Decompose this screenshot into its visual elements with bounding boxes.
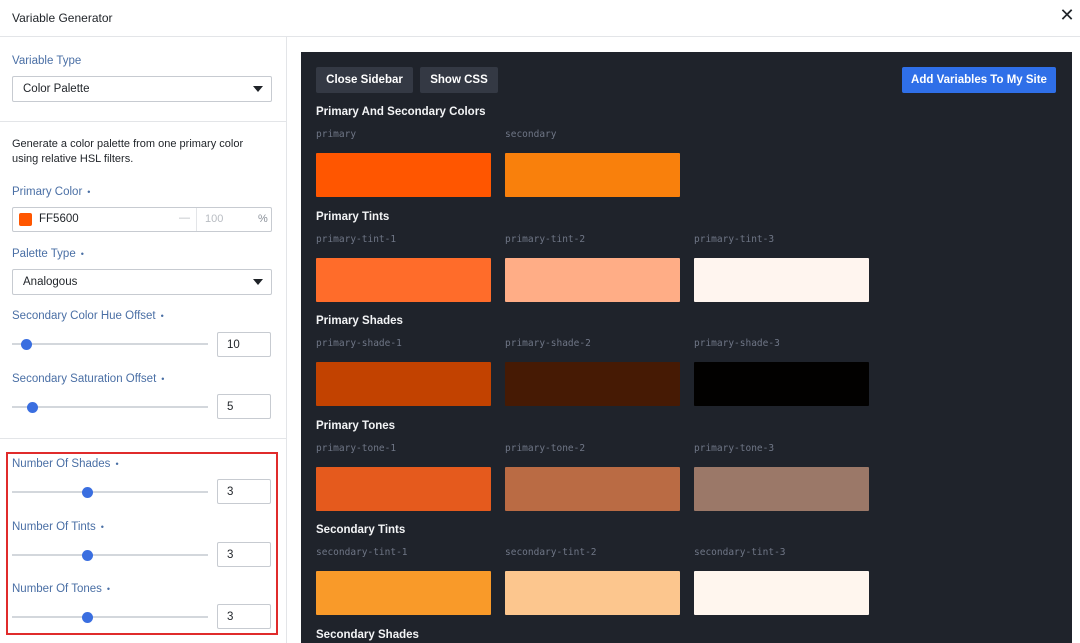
close-sidebar-button[interactable]: Close Sidebar bbox=[316, 67, 413, 93]
shades-slider[interactable] bbox=[12, 486, 208, 498]
required-dot-icon: • bbox=[100, 522, 104, 532]
chevron-down-icon bbox=[253, 279, 263, 285]
slider-thumb[interactable] bbox=[21, 339, 32, 350]
variable-name: primary-tone-3 bbox=[694, 442, 775, 454]
divider bbox=[0, 121, 287, 122]
tints-label: Number Of Tints • bbox=[12, 521, 104, 533]
variable-name: primary-shade-3 bbox=[694, 338, 780, 349]
primary-color-field[interactable]: FF5600 — 100 % bbox=[12, 207, 272, 232]
slider-track bbox=[12, 406, 208, 408]
variable-type-select[interactable]: Color Palette bbox=[12, 76, 272, 102]
slider-thumb[interactable] bbox=[82, 550, 93, 561]
variable-name: primary-shade-2 bbox=[505, 338, 591, 349]
required-dot-icon: • bbox=[80, 249, 84, 259]
color-swatch[interactable] bbox=[316, 257, 491, 302]
hue-offset-label: Secondary Color Hue Offset • bbox=[12, 310, 164, 322]
color-swatch[interactable] bbox=[505, 362, 680, 406]
variable-name: primary-tone-2 bbox=[505, 442, 586, 454]
variable-name: secondary bbox=[505, 129, 557, 140]
color-swatch[interactable] bbox=[316, 362, 491, 406]
add-variables-button[interactable]: Add Variables To My Site bbox=[902, 67, 1056, 93]
color-swatch[interactable] bbox=[316, 571, 491, 615]
percent-unit: % bbox=[258, 213, 268, 225]
required-dot-icon: • bbox=[87, 187, 91, 197]
color-swatch[interactable] bbox=[316, 466, 491, 511]
close-icon[interactable]: ✕ bbox=[1057, 5, 1077, 25]
variable-name: primary-tint-2 bbox=[505, 233, 586, 245]
saturation-offset-input[interactable]: 5 bbox=[217, 394, 271, 419]
divider bbox=[0, 438, 287, 439]
color-swatch[interactable] bbox=[505, 257, 680, 302]
color-swatch-icon[interactable] bbox=[19, 213, 32, 226]
tones-slider[interactable] bbox=[12, 611, 208, 623]
slider-thumb[interactable] bbox=[82, 487, 93, 498]
primary-color-hex[interactable]: FF5600 bbox=[39, 213, 79, 225]
color-swatch[interactable] bbox=[505, 153, 680, 197]
shades-input[interactable]: 3 bbox=[217, 479, 271, 504]
required-dot-icon: • bbox=[106, 584, 111, 594]
color-swatch[interactable] bbox=[505, 466, 680, 511]
required-dot-icon: • bbox=[115, 459, 119, 469]
saturation-offset-label: Secondary Saturation Offset • bbox=[12, 373, 165, 385]
variable-name: primary-tint-1 bbox=[316, 233, 397, 245]
palette-preview-panel: Close Sidebar Show CSS Add Variables To … bbox=[301, 52, 1072, 643]
section-title: Secondary Shades bbox=[316, 628, 419, 641]
tones-label: Number Of Tones • bbox=[12, 583, 111, 595]
variable-type-value: Color Palette bbox=[23, 83, 90, 95]
tints-input[interactable]: 3 bbox=[217, 542, 271, 567]
variable-name: primary bbox=[316, 129, 357, 140]
show-css-button[interactable]: Show CSS bbox=[420, 67, 498, 93]
variable-name: secondary-tint-1 bbox=[316, 547, 408, 558]
section-title: Primary Tints bbox=[316, 210, 390, 223]
variable-name: primary-shade-1 bbox=[316, 338, 402, 349]
primary-color-label: Primary Color • bbox=[12, 186, 91, 198]
color-swatch[interactable] bbox=[694, 362, 869, 406]
settings-sidebar: Variable Type Color Palette Generate a c… bbox=[0, 37, 287, 643]
opacity-dash: — bbox=[179, 212, 190, 224]
hue-offset-input[interactable]: 10 bbox=[217, 332, 271, 357]
slider-track bbox=[12, 554, 208, 556]
section-title: Secondary Tints bbox=[316, 524, 406, 536]
color-swatch[interactable] bbox=[316, 153, 491, 197]
color-swatch[interactable] bbox=[505, 571, 680, 615]
slider-thumb[interactable] bbox=[27, 402, 38, 413]
slider-track bbox=[12, 343, 208, 345]
saturation-offset-slider[interactable] bbox=[12, 401, 208, 413]
slider-thumb[interactable] bbox=[82, 612, 93, 623]
slider-track bbox=[12, 491, 208, 493]
window-title: Variable Generator bbox=[12, 11, 113, 25]
variable-name: primary-tone-1 bbox=[316, 442, 397, 454]
tones-input[interactable]: 3 bbox=[217, 604, 271, 629]
variable-type-label: Variable Type bbox=[12, 55, 82, 67]
section-title: Primary Shades bbox=[316, 315, 403, 327]
color-swatch[interactable] bbox=[694, 571, 869, 615]
palette-type-select[interactable]: Analogous bbox=[12, 269, 272, 295]
opacity-input[interactable]: 100 bbox=[205, 213, 223, 225]
slider-track bbox=[12, 616, 208, 618]
variable-name: secondary-tint-3 bbox=[694, 547, 786, 558]
chevron-down-icon bbox=[253, 86, 263, 92]
shades-label: Number Of Shades • bbox=[12, 458, 119, 470]
palette-type-label: Palette Type • bbox=[12, 248, 84, 260]
tints-slider[interactable] bbox=[12, 549, 208, 561]
section-title: Primary Tones bbox=[316, 419, 396, 432]
palette-type-value: Analogous bbox=[23, 276, 78, 288]
required-dot-icon: • bbox=[160, 311, 164, 321]
color-swatch[interactable] bbox=[694, 257, 869, 302]
required-dot-icon: • bbox=[161, 374, 165, 384]
variable-name: primary-tint-3 bbox=[694, 233, 775, 245]
window-titlebar: Variable Generator ✕ bbox=[0, 0, 1080, 37]
palette-description: Generate a color palette from one primar… bbox=[12, 138, 244, 165]
hue-offset-slider[interactable] bbox=[12, 338, 208, 350]
section-title: Primary And Secondary Colors bbox=[316, 106, 486, 118]
field-separator bbox=[196, 208, 197, 231]
color-swatch[interactable] bbox=[694, 466, 869, 511]
variable-name: secondary-tint-2 bbox=[505, 547, 597, 558]
